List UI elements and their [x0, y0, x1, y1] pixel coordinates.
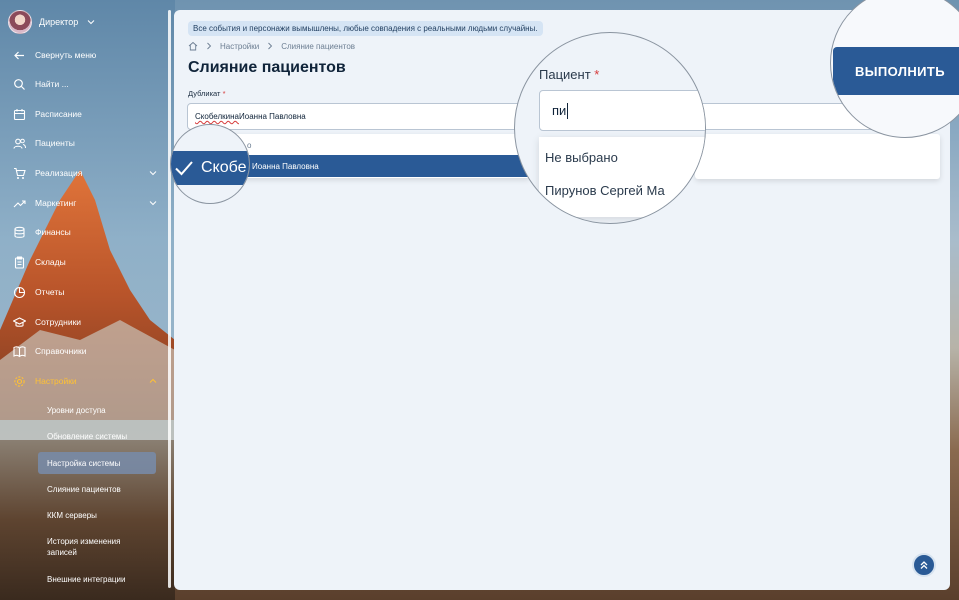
- patient-label: Пациент *: [539, 67, 599, 82]
- required-mark: *: [594, 67, 600, 82]
- chevron-down-icon: [87, 20, 95, 25]
- sidebar-item-patients[interactable]: Пациенты: [0, 133, 168, 153]
- magnifier-execute-button: ВЫПОЛНИТЬ: [830, 0, 959, 140]
- magnified-selected-option: Скобе: [171, 151, 249, 185]
- patient-search-value: пи: [552, 103, 567, 118]
- patient-dropdown-background: [695, 134, 940, 179]
- sidebar-item-label: Свернуть меню: [35, 50, 97, 60]
- trend-icon: [13, 197, 26, 210]
- sidebar-item-reports[interactable]: Отчеты: [0, 282, 168, 302]
- page-title: Слияние пациентов: [188, 59, 346, 76]
- sidebar-item-label: Справочники: [35, 346, 87, 356]
- gear-icon: [13, 375, 26, 388]
- duplicate-label-text: Дубликат: [188, 89, 221, 98]
- chevron-right-icon: [207, 42, 212, 50]
- sidebar-item-label: Маркетинг: [35, 198, 77, 208]
- arrow-left-icon: [13, 49, 26, 62]
- home-icon[interactable]: [188, 41, 198, 51]
- sidebar-item-finance[interactable]: Финансы: [0, 222, 168, 242]
- sidebar-item-label: Расписание: [35, 109, 82, 119]
- sidebar-item-warehouses[interactable]: Склады: [0, 252, 168, 272]
- sub-item-system-update[interactable]: Обновление системы: [38, 431, 156, 442]
- sidebar-item-label: Найти ...: [35, 79, 69, 89]
- duplicate-label: Дубликат *: [188, 89, 226, 98]
- disclaimer-notice: Все события и персонажи вымышлены, любые…: [188, 21, 543, 36]
- breadcrumb-current: Слияние пациентов: [281, 41, 356, 51]
- sidebar-item-sales[interactable]: Реализация: [0, 163, 168, 183]
- search-icon: [13, 78, 26, 91]
- sidebar: Директор Свернуть меню Найти ... Расписа…: [0, 0, 168, 600]
- double-chevron-up-icon: [920, 561, 928, 569]
- patient-option-none[interactable]: Не выбрано: [545, 150, 618, 165]
- sidebar-item-label: Отчеты: [35, 287, 65, 297]
- database-icon: [13, 226, 26, 239]
- duplicate-input[interactable]: Скобелкина Иоанна Павловна: [187, 103, 530, 130]
- chevron-right-icon: [268, 42, 273, 50]
- chevron-down-icon: [149, 171, 157, 176]
- sub-item-label: Настройка системы: [47, 458, 121, 468]
- scroll-to-top-button[interactable]: [912, 553, 936, 577]
- pie-chart-icon: [13, 286, 26, 299]
- patient-search-input[interactable]: пи: [539, 90, 705, 131]
- chevron-down-icon: [149, 201, 157, 206]
- sidebar-scrollbar[interactable]: [168, 10, 171, 588]
- sidebar-item-employees[interactable]: Сотрудники: [0, 312, 168, 332]
- breadcrumb-settings[interactable]: Настройки: [220, 42, 259, 51]
- sub-item-kkm-servers[interactable]: ККМ серверы: [38, 510, 156, 521]
- profile-menu[interactable]: Директор: [8, 10, 96, 34]
- duplicate-input-typo: Скобелкина: [195, 112, 239, 121]
- execute-button[interactable]: ВЫПОЛНИТЬ: [833, 47, 959, 95]
- duplicate-input-rest: Иоанна Павловна: [239, 112, 306, 121]
- sidebar-item-directories[interactable]: Справочники: [0, 341, 168, 361]
- magnifier-patient-field: Пациент * пи Не выбрано Пирунов Сергей М…: [514, 32, 706, 224]
- magnified-option-text: Скобе: [201, 159, 247, 176]
- patient-dropdown: [539, 137, 705, 217]
- graduation-cap-icon: [13, 316, 26, 329]
- sidebar-item-label: Сотрудники: [35, 317, 82, 327]
- sidebar-item-label: Реализация: [35, 168, 83, 178]
- sub-item-access-levels[interactable]: Уровни доступа: [38, 405, 156, 416]
- magnifier-lens: ВЫПОЛНИТЬ: [830, 0, 959, 138]
- sidebar-item-collapse[interactable]: Свернуть меню: [0, 45, 168, 65]
- users-icon: [13, 137, 26, 150]
- sidebar-item-label: Склады: [35, 257, 66, 267]
- sub-item-system-settings[interactable]: Настройка системы: [38, 452, 156, 474]
- sidebar-item-search[interactable]: Найти ...: [0, 74, 168, 94]
- text-cursor: [567, 102, 569, 119]
- sub-item-change-history[interactable]: История изменения записей: [38, 536, 138, 558]
- required-mark: *: [222, 89, 226, 98]
- sub-item-merge-patients[interactable]: Слияние пациентов: [38, 484, 156, 495]
- clipboard-icon: [13, 256, 26, 269]
- sidebar-item-schedule[interactable]: Расписание: [0, 104, 168, 124]
- sub-item-external-integrations[interactable]: Внешние интеграции: [38, 574, 156, 585]
- breadcrumb: Настройки Слияние пациентов: [188, 41, 355, 51]
- chevron-up-icon: [149, 378, 157, 383]
- patient-label-text: Пациент: [539, 67, 591, 82]
- magnifier-selected-option: Скобе: [170, 124, 250, 204]
- patient-option-pirunov[interactable]: Пирунов Сергей Ма: [545, 183, 665, 198]
- calendar-icon: [13, 108, 26, 121]
- sidebar-item-label: Настройки: [35, 376, 77, 386]
- sidebar-item-settings[interactable]: Настройки: [0, 371, 168, 391]
- checkmark-icon: [175, 161, 193, 176]
- sidebar-item-marketing[interactable]: Маркетинг: [0, 193, 168, 213]
- avatar: [8, 10, 32, 34]
- sidebar-item-label: Финансы: [35, 227, 71, 237]
- cart-icon: [13, 167, 26, 180]
- sidebar-item-label: Пациенты: [35, 138, 75, 148]
- book-icon: [13, 345, 26, 358]
- profile-name: Директор: [39, 17, 79, 27]
